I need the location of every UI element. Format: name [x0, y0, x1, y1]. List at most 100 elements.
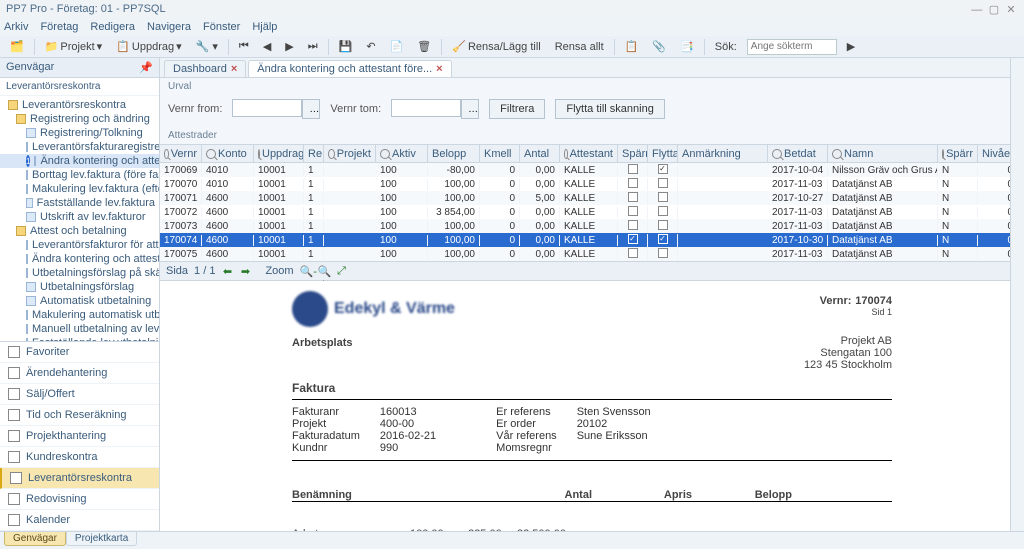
flytta-checkbox[interactable] [658, 192, 668, 202]
nav-section[interactable]: Favoriter [0, 342, 159, 363]
filter-icon[interactable] [942, 149, 944, 159]
column-header[interactable]: Vernr [160, 145, 202, 162]
sparr-checkbox[interactable] [628, 220, 638, 230]
document-tab[interactable]: Ändra kontering och attestant före...× [248, 60, 451, 77]
vernr-to-lookup[interactable]: … [461, 99, 479, 119]
toolbar-icon[interactable]: 🗂️ [6, 39, 28, 54]
flytta-checkbox[interactable] [658, 178, 668, 188]
column-header[interactable]: Betdat [768, 145, 828, 162]
flytta-checkbox[interactable] [658, 206, 668, 216]
filter-icon[interactable] [832, 149, 842, 159]
delete-icon[interactable]: 🗑 [413, 39, 435, 54]
nav-section[interactable]: Tid och Reseräkning [0, 405, 159, 426]
rensa-allt-button[interactable]: Rensa allt [551, 40, 608, 54]
sparr-checkbox[interactable] [628, 248, 638, 258]
filtrera-button[interactable]: Filtrera [489, 99, 545, 119]
tree-item[interactable]: Manuell utbetalning av lev.faktura [0, 322, 159, 336]
nav-section[interactable]: Kalender [0, 510, 159, 531]
zoom-out-icon[interactable]: 🔍- [300, 265, 312, 277]
column-header[interactable]: Antal [520, 145, 560, 162]
tree-item[interactable]: Makulering lev.faktura (efter fastställa… [0, 182, 159, 196]
search-go-icon[interactable]: ▶ [843, 39, 859, 54]
menu-hjälp[interactable]: Hjälp [252, 21, 277, 33]
nav-section[interactable]: Ärendehantering [0, 363, 159, 384]
filter-icon[interactable] [380, 149, 390, 159]
tree-item[interactable]: Makulering automatisk utbetalning [0, 308, 159, 322]
footer-tab-projektkarta[interactable]: Projektkarta [66, 532, 137, 546]
filter-icon[interactable] [206, 149, 216, 159]
tree-item[interactable]: Utbetalningsförslag [0, 280, 159, 294]
sparr-checkbox[interactable] [628, 234, 638, 244]
sparr-checkbox[interactable] [628, 206, 638, 216]
sparr-checkbox[interactable] [628, 192, 638, 202]
close-icon[interactable]: ✕ [1004, 3, 1018, 16]
vernr-from-input[interactable] [232, 99, 302, 117]
tree-item[interactable]: Ändra kontering och attestant på lev.fak… [0, 252, 159, 266]
sparr-checkbox[interactable] [628, 178, 638, 188]
flytta-checkbox[interactable] [658, 164, 668, 174]
tree-item[interactable]: Registrering och ändring [0, 112, 159, 126]
tree-item[interactable]: Utskrift av lev.fakturor [0, 210, 159, 224]
save-icon[interactable]: 💾 [335, 39, 357, 54]
column-header[interactable]: Aktiv [376, 145, 428, 162]
nav-section[interactable]: Leverantörsreskontra [0, 468, 159, 489]
new-icon[interactable]: 📄 [386, 39, 408, 54]
toolbar-icon[interactable]: 📎 [648, 39, 670, 54]
tab-close-icon[interactable]: × [231, 63, 237, 75]
table-row[interactable]: 1700744600100011100100,0000,00KALLE2017-… [160, 233, 1024, 247]
menu-navigera[interactable]: Navigera [147, 21, 191, 33]
flytta-checkbox[interactable] [658, 248, 668, 258]
footer-tab-genvagar[interactable]: Genvägar [4, 532, 66, 546]
pin-icon[interactable]: 📌 [139, 61, 153, 74]
menu-redigera[interactable]: Redigera [90, 21, 135, 33]
tree-item[interactable]: Leverantörsfakturaregistrering [0, 140, 159, 154]
page-next-icon[interactable]: ➡ [239, 265, 251, 277]
table-row[interactable]: 17007246001000111003 854,0000,00KALLE201… [160, 205, 1024, 219]
tree-item[interactable]: Utbetalningsförslag på skärm [0, 266, 159, 280]
flytta-checkbox[interactable] [658, 220, 668, 230]
tree-item[interactable]: Fastställande lev.faktura [0, 196, 159, 210]
zoom-in-icon[interactable]: 🔍+ [318, 265, 330, 277]
filter-icon[interactable] [164, 149, 169, 159]
menu-fönster[interactable]: Fönster [203, 21, 240, 33]
menu-arkiv[interactable]: Arkiv [4, 21, 28, 33]
tree-item[interactable]: Registrering/Tolkning [0, 126, 159, 140]
nav-section[interactable]: Sälj/Offert [0, 384, 159, 405]
column-header[interactable]: Spärr [938, 145, 978, 162]
tree-item[interactable]: Attest och betalning [0, 224, 159, 238]
filter-icon[interactable] [328, 149, 335, 159]
tree-item[interactable]: 1Ändra kontering och attestant (före fas… [0, 154, 159, 168]
nav-section[interactable]: Redovisning [0, 489, 159, 510]
nav-prev-icon[interactable]: ◀ [259, 39, 275, 54]
column-header[interactable]: Attestant [560, 145, 618, 162]
search-input[interactable] [747, 39, 837, 55]
nav-first-icon[interactable]: ⏮ [235, 39, 253, 54]
flytta-button[interactable]: Flytta till skanning [555, 99, 664, 119]
vernr-to-input[interactable] [391, 99, 461, 117]
column-header[interactable]: Re... [304, 145, 324, 162]
toolbar-icon[interactable]: 📋 [621, 39, 643, 54]
undo-icon[interactable]: ↶ [362, 39, 379, 54]
column-header[interactable]: Anmärkning [678, 145, 768, 162]
nav-last-icon[interactable]: ⏭ [304, 39, 322, 54]
menu-företag[interactable]: Företag [40, 21, 78, 33]
document-tab[interactable]: Dashboard× [164, 60, 246, 77]
tree-item[interactable]: Automatisk utbetalning [0, 294, 159, 308]
column-header[interactable]: Namn [828, 145, 938, 162]
sparr-checkbox[interactable] [628, 164, 638, 174]
table-row[interactable]: 1700704010100011100100,0000,00KALLE2017-… [160, 177, 1024, 191]
column-header[interactable]: Konto [202, 145, 254, 162]
toolbar-icon[interactable]: 🔧 ▾ [192, 39, 222, 54]
table-row[interactable]: 1700694010100011100-80,0000,00KALLE2017-… [160, 163, 1024, 177]
table-row[interactable]: 1700714600100011100100,0005,00KALLE2017-… [160, 191, 1024, 205]
maximize-icon[interactable]: ▢ [987, 3, 1001, 16]
column-header[interactable]: Belopp [428, 145, 480, 162]
nav-section[interactable]: Projekthantering [0, 426, 159, 447]
tree-item[interactable]: Leverantörsfakturor för attest [0, 238, 159, 252]
flytta-checkbox[interactable] [658, 234, 668, 244]
toolbar-icon[interactable]: 📑 [676, 39, 698, 54]
projekt-dropdown[interactable]: 📁 Projekt ▾ [41, 39, 106, 54]
nav-section[interactable]: Kundreskontra [0, 447, 159, 468]
column-header[interactable]: Projekt [324, 145, 376, 162]
rensa-lagg-button[interactable]: 🧹 Rensa/Lägg till [448, 39, 544, 54]
